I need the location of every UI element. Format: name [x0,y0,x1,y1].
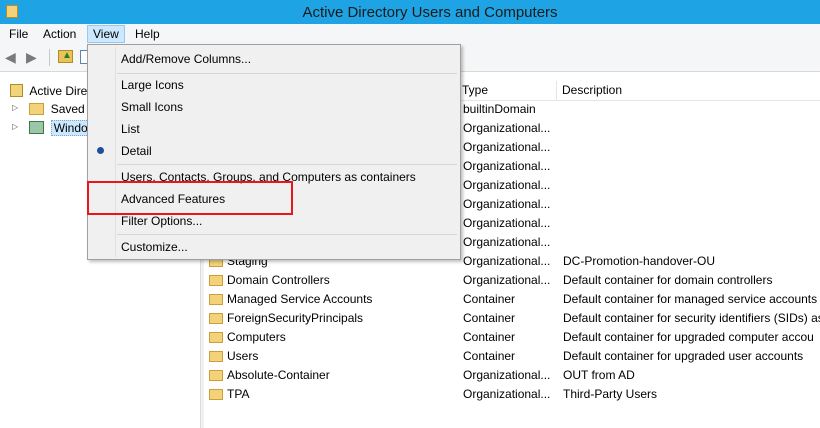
cell-description: Third-Party Users [563,387,658,401]
cell-type: Organizational... [463,159,551,173]
menu-item-customize[interactable]: Customize... [121,237,188,257]
table-row[interactable]: TPA Organizational... Third-Party Users [204,385,820,404]
table-row[interactable]: ForeignSecurityPrincipals Container Defaul… [204,309,820,328]
menu-item-add-remove-columns[interactable]: Add/Remove Columns... [121,49,251,69]
cell-description: Default container for managed service ac… [563,292,818,306]
cell-description: Default container for upgraded user acco… [563,349,804,363]
cell-type: Organizational... [463,273,551,287]
menu-item-detail[interactable]: Detail [121,141,152,161]
folder-icon [209,351,223,363]
table-row[interactable]: Computers Container Default container for … [204,328,820,347]
folder-icon [29,102,45,115]
menu-separator [117,234,457,235]
tree-root-label: Active Dire [29,83,88,98]
folder-icon [209,332,223,344]
cell-name: Managed Service Accounts [209,290,454,309]
cell-type: Organizational... [463,216,551,230]
cell-type: Organizational... [463,368,551,382]
folder-icon [209,389,223,401]
table-row[interactable]: Absolute-Container Organizational... OUT f… [204,366,820,385]
cell-type: Organizational... [463,140,551,154]
cell-type: Container [463,349,516,363]
view-menu-dropdown: Add/Remove Columns... Large Icons Small … [87,44,461,260]
menu-action[interactable]: Action [38,25,81,43]
row-name-label: Absolute-Container [227,368,330,382]
advanced-features-highlight [87,181,293,215]
cell-name: Users [209,347,454,366]
menu-item-small-icons[interactable]: Small Icons [121,97,183,117]
cell-description: Default container for upgraded computer … [563,330,814,344]
cell-description: OUT from AD [563,368,635,382]
cell-description: Default container for domain controllers [563,273,773,287]
menu-file[interactable]: File [4,25,33,43]
cell-type: Organizational... [463,235,551,249]
tree-item-saved-queries[interactable]: ▷ Saved Q [12,99,97,117]
forward-arrow-icon[interactable]: ▶ [26,50,42,64]
cell-type: Organizational... [463,121,551,135]
table-row[interactable]: Domain Controllers Organizational... Defau… [204,271,820,290]
row-name-label: Users [227,349,259,363]
cell-type: Container [463,330,516,344]
menu-separator [117,73,457,74]
row-name-label: Managed Service Accounts [227,292,373,306]
cell-type: Organizational... [463,178,551,192]
row-name-label: TPA [227,387,250,401]
title-bar: Active Directory Users and Computers [0,0,820,24]
cell-description: Default container for security identifie… [563,311,820,325]
cell-type: Container [463,311,516,325]
row-name-label: Computers [227,330,286,344]
column-header-type[interactable]: Type [457,81,557,100]
expand-arrow-icon[interactable]: ▷ [12,118,18,136]
window-title: Active Directory Users and Computers [302,4,558,21]
table-row[interactable]: Managed Service Accounts Container Default… [204,290,820,309]
folder-icon [209,370,223,382]
tree-root[interactable]: Active Dire [10,81,87,99]
row-name-label: ForeignSecurityPrincipals [227,311,364,325]
active-directory-icon [10,84,23,98]
up-arrow-icon: ▲ [62,50,72,61]
cell-type: Organizational... [463,387,551,401]
cell-name: ForeignSecurityPrincipals [209,309,454,328]
menu-item-list[interactable]: List [121,119,140,139]
folder-icon [209,294,223,306]
menu-gutter [115,47,116,257]
cell-name: Computers [209,328,454,347]
toolbar-separator [49,49,50,66]
expand-arrow-icon[interactable]: ▷ [12,99,18,117]
cell-type: builtinDomain [463,102,536,116]
cell-type: Organizational... [463,197,551,211]
radio-selected-icon [97,147,104,154]
domain-icon [29,121,45,135]
cell-name: TPA [209,385,454,404]
back-arrow-icon[interactable]: ◀ [5,50,21,64]
column-header-description[interactable]: Description [557,81,820,100]
cell-name: Absolute-Container [209,366,454,385]
cell-type: Organizational... [463,254,551,268]
menu-item-large-icons[interactable]: Large Icons [121,75,184,95]
cell-name: Domain Controllers [209,271,454,290]
table-row[interactable]: Users Container Default container for upgr… [204,347,820,366]
menu-view[interactable]: View [87,25,125,43]
menu-bar: File Action View Help [0,24,820,44]
cell-type: Container [463,292,516,306]
cell-description: DC-Promotion-handover-OU [563,254,716,268]
folder-icon [209,275,223,287]
menu-help[interactable]: Help [130,25,165,43]
folder-icon [209,313,223,325]
row-name-label: Domain Controllers [227,273,330,287]
menu-separator [117,164,457,165]
